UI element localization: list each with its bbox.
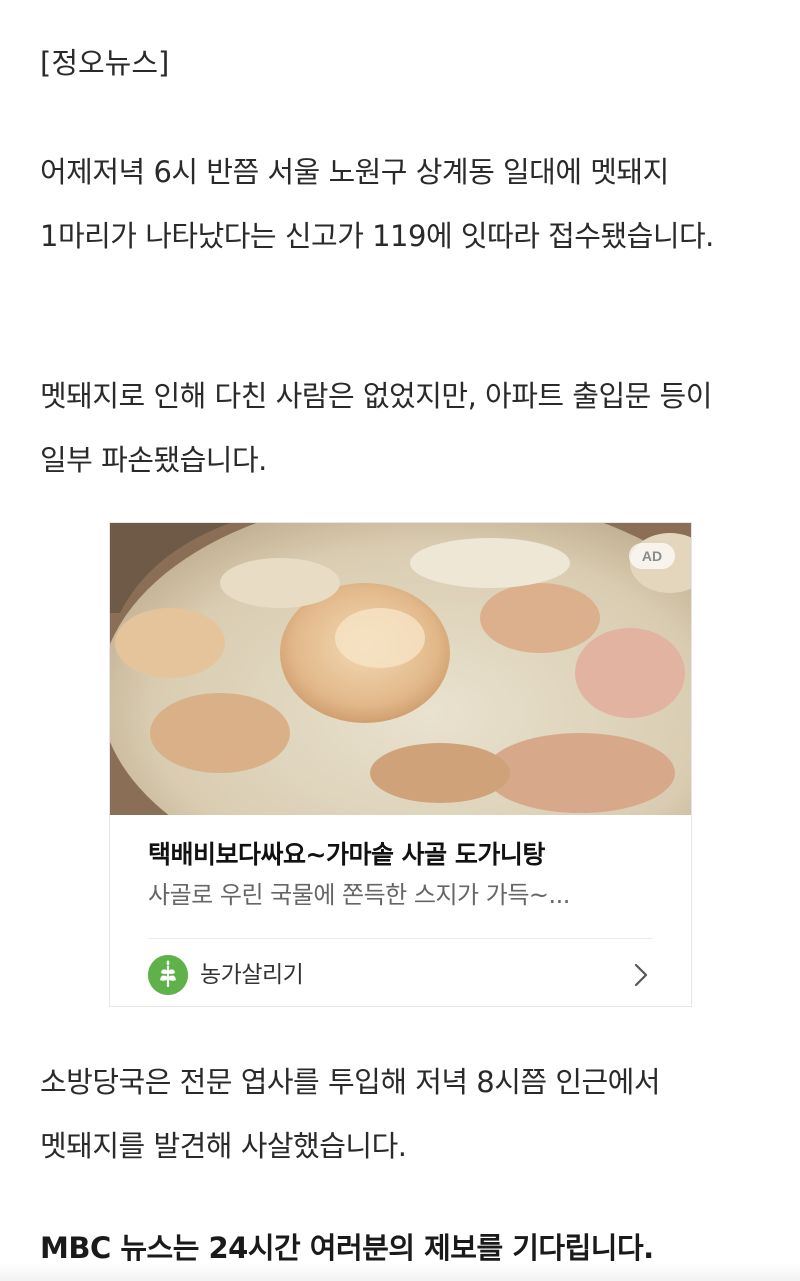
ad-badge: AD — [629, 543, 675, 569]
ad-advertiser-row[interactable]: 농가살리기 — [148, 953, 656, 997]
ad-divider — [148, 938, 653, 939]
ad-image[interactable]: AD — [110, 523, 691, 815]
leaf-logo-icon — [148, 955, 188, 995]
article-paragraph: 멧돼지로 인해 다친 사람은 없었지만, 아파트 출입문 등이 일부 파손됐습니… — [40, 379, 712, 477]
chevron-right-icon[interactable] — [624, 959, 656, 991]
advertiser-name: 농가살리기 — [200, 962, 304, 988]
article-paragraph: 어제저녁 6시 반쯤 서울 노원구 상계동 일대에 멧돼지 1마리가 나타났다는… — [40, 155, 714, 253]
bottom-edge-shadow — [0, 1263, 800, 1281]
ad-card[interactable]: AD 택배비보다싸요~가마솥 사골 도가니탕 사골로 우린 국물에 쫀득한 스지… — [109, 522, 692, 1007]
ad-description[interactable]: 사골로 우린 국물에 쫀득한 스지가 가득~... — [148, 875, 653, 915]
source-tag: [정오뉴스] — [40, 46, 170, 80]
article-paragraph: 소방당국은 전문 엽사를 투입해 저녁 8시쯤 인근에서 멧돼지를 발견해 사살… — [40, 1065, 661, 1163]
ad-title[interactable]: 택배비보다싸요~가마솥 사골 도가니탕 — [148, 835, 658, 875]
soup-photo-icon — [110, 523, 691, 815]
